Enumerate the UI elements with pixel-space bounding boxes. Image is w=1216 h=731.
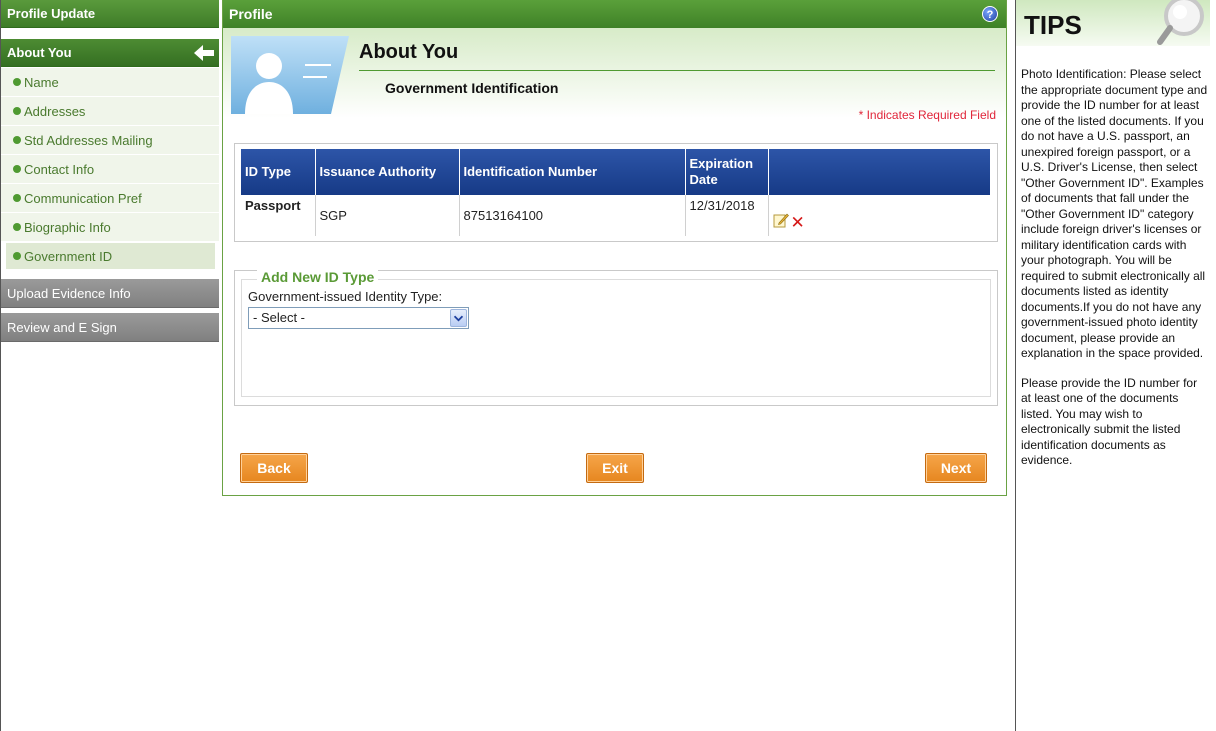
tips-content: Photo Identification: Please select the … bbox=[1021, 67, 1209, 483]
sidebar-item-label: Addresses bbox=[24, 104, 86, 119]
column-header-issuance-authority: Issuance Authority bbox=[315, 149, 460, 195]
sidebar-item-communication-pref[interactable]: Communication Pref bbox=[1, 184, 219, 213]
sidebar-item-government-id[interactable]: Government ID bbox=[6, 243, 215, 270]
page-header: About You Government Identification * In… bbox=[223, 28, 1006, 122]
bullet-icon bbox=[13, 252, 21, 260]
user-avatar-icon bbox=[231, 36, 349, 114]
cell-identification-number: 87513164100 bbox=[459, 195, 686, 236]
cell-expiration-date: 12/31/2018 bbox=[685, 195, 769, 236]
chevron-down-icon[interactable] bbox=[450, 309, 467, 327]
sidebar-section-about-you[interactable]: About You bbox=[1, 39, 219, 67]
profile-panel: Profile ? About You Government Identific… bbox=[222, 0, 1007, 496]
panel-title: Profile bbox=[229, 6, 273, 22]
sidebar-header-profile-update[interactable]: Profile Update bbox=[1, 0, 219, 28]
tips-paragraph: Photo Identification: Please select the … bbox=[1021, 67, 1208, 360]
magnifier-icon bbox=[1157, 0, 1204, 45]
table-row: Passport SGP 87513164100 12/31/2018 ✕ bbox=[241, 195, 991, 236]
sidebar-item-label: Std Addresses Mailing bbox=[24, 133, 153, 148]
bullet-icon bbox=[13, 194, 21, 202]
tips-header: TIPS bbox=[1016, 0, 1210, 46]
column-header-actions bbox=[768, 149, 991, 195]
sidebar-item-label: Biographic Info bbox=[24, 220, 111, 235]
fieldset-legend: Add New ID Type bbox=[257, 269, 379, 285]
identity-type-label: Government-issued Identity Type: bbox=[248, 289, 443, 304]
sidebar-item-label: Government ID bbox=[24, 249, 113, 264]
sidebar-item-contact-info[interactable]: Contact Info bbox=[1, 155, 219, 184]
sidebar-item-label: Communication Pref bbox=[24, 191, 142, 206]
sidebar: Profile Update About You Name Addresses … bbox=[0, 0, 219, 731]
sidebar-item-addresses[interactable]: Addresses bbox=[1, 97, 219, 126]
sidebar-item-review-and-e-sign[interactable]: Review and E Sign bbox=[1, 313, 219, 342]
delete-icon[interactable]: ✕ bbox=[791, 213, 805, 233]
tips-border-left bbox=[1015, 0, 1016, 731]
column-header-identification-number: Identification Number bbox=[459, 149, 686, 195]
column-header-expiration-date: Expiration Date bbox=[685, 149, 769, 195]
cell-issuance-authority: SGP bbox=[315, 195, 460, 236]
bullet-icon bbox=[13, 223, 21, 231]
back-button[interactable]: Back bbox=[240, 453, 308, 483]
bullet-icon bbox=[13, 136, 21, 144]
bullet-icon bbox=[13, 78, 21, 86]
table-header-row: ID Type Issuance Authority Identificatio… bbox=[241, 149, 991, 195]
section-title: Government Identification bbox=[385, 80, 559, 96]
title-divider bbox=[359, 70, 995, 71]
tips-title: TIPS bbox=[1024, 10, 1082, 40]
panel-title-bar: Profile ? bbox=[223, 0, 1006, 28]
column-header-id-type: ID Type bbox=[241, 149, 316, 195]
exit-button[interactable]: Exit bbox=[586, 453, 644, 483]
cell-id-type: Passport bbox=[241, 195, 316, 236]
next-button[interactable]: Next bbox=[925, 453, 987, 483]
sidebar-item-biographic-info[interactable]: Biographic Info bbox=[1, 213, 219, 242]
identity-type-select[interactable]: - Select - bbox=[248, 307, 469, 329]
edit-icon[interactable] bbox=[773, 212, 789, 228]
sidebar-section-label: About You bbox=[7, 45, 72, 60]
arrow-left-icon bbox=[194, 45, 214, 61]
cell-actions: ✕ bbox=[768, 195, 991, 236]
page-title: About You bbox=[359, 41, 459, 63]
add-new-id-fieldset: Add New ID Type Government-issued Identi… bbox=[234, 269, 998, 406]
required-field-note: * Indicates Required Field bbox=[858, 108, 996, 122]
tips-paragraph: Please provide the ID number for at leas… bbox=[1021, 375, 1198, 468]
sidebar-item-name[interactable]: Name bbox=[1, 68, 219, 97]
tips-panel: TIPS Photo Identification: Please select… bbox=[1015, 0, 1216, 731]
id-table: ID Type Issuance Authority Identificatio… bbox=[241, 149, 991, 236]
id-table-container: ID Type Issuance Authority Identificatio… bbox=[234, 143, 998, 242]
help-icon[interactable]: ? bbox=[982, 6, 998, 22]
sidebar-item-label: Name bbox=[24, 75, 59, 90]
bullet-icon bbox=[13, 107, 21, 115]
sidebar-item-label: Contact Info bbox=[24, 162, 95, 177]
sidebar-item-upload-evidence-info[interactable]: Upload Evidence Info bbox=[1, 279, 219, 308]
sidebar-item-std-addresses-mailing[interactable]: Std Addresses Mailing bbox=[1, 126, 219, 155]
identity-type-selected: - Select - bbox=[253, 310, 306, 325]
bullet-icon bbox=[13, 165, 21, 173]
